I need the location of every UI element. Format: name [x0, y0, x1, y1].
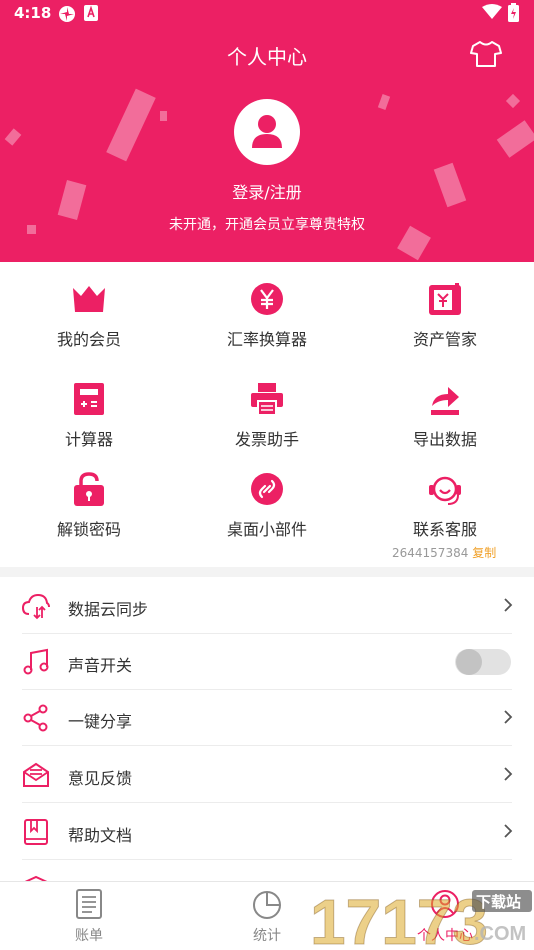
settings-label: 一键分享 — [68, 712, 133, 731]
app-notification-icon — [84, 5, 98, 25]
wallet-icon — [429, 283, 461, 315]
yen-icon — [251, 283, 283, 315]
settings-row-share[interactable]: 一键分享 — [0, 690, 534, 746]
tab-profile[interactable]: 个人中心 — [356, 882, 534, 950]
feature-grid: 我的会员 汇率换算器 资产管家 计算器 发票助手 导出数据 解锁密码 桌面小部件… — [0, 262, 534, 570]
grid-label: 汇率换算器 — [226, 330, 307, 349]
wifi-icon — [482, 4, 502, 24]
contact-phone: 2644157384 复制 — [392, 544, 496, 561]
tab-bills[interactable]: 账单 — [0, 882, 178, 950]
grid-label: 联系客服 — [412, 520, 477, 539]
grid-label: 发票助手 — [234, 430, 299, 449]
sound-toggle[interactable] — [455, 649, 511, 675]
lock-icon — [74, 472, 104, 506]
toggle-knob — [456, 649, 482, 675]
settings-row-cloud-sync[interactable]: 数据云同步 — [0, 578, 534, 634]
grid-item-assets[interactable]: 资产管家 — [356, 262, 534, 362]
decor-shard — [377, 94, 391, 110]
page-title: 个人中心 — [227, 45, 307, 69]
tab-label: 统计 — [253, 928, 281, 944]
mail-icon — [23, 762, 49, 787]
tab-statistics[interactable]: 统计 — [178, 882, 356, 950]
grid-item-customer-service[interactable]: 联系客服 — [356, 452, 534, 552]
profile-header: 4:18 个人中心 登录/注册 未开通，开通会员立享尊贵特权 — [0, 0, 534, 262]
settings-label: 意见反馈 — [68, 769, 133, 788]
grid-item-exchange-rate[interactable]: 汇率换算器 — [178, 262, 356, 362]
tshirt-icon[interactable] — [470, 40, 502, 72]
phone-number: 2644157384 — [392, 546, 469, 560]
printer-icon — [251, 383, 283, 416]
settings-row-sound: 声音开关 — [0, 634, 534, 690]
status-bar: 4:18 — [0, 0, 534, 28]
membership-subtitle: 未开通，开通会员立享尊贵特权 — [169, 217, 365, 233]
login-register-link[interactable]: 登录/注册 — [0, 179, 534, 203]
book-icon — [24, 819, 48, 845]
status-time: 4:18 — [14, 4, 52, 22]
link-icon — [251, 473, 283, 505]
headset-icon — [429, 476, 461, 505]
avatar[interactable] — [234, 99, 300, 165]
battery-icon — [508, 3, 519, 26]
person-icon — [431, 890, 459, 918]
section-divider — [0, 567, 534, 577]
share-icon — [23, 704, 48, 732]
grid-label: 我的会员 — [56, 330, 121, 349]
user-icon — [252, 115, 282, 148]
pie-chart-icon — [253, 891, 281, 919]
grid-item-export[interactable]: 导出数据 — [356, 362, 534, 462]
tab-label: 账单 — [75, 928, 103, 944]
decor-shard — [505, 93, 521, 109]
app-root: 4:18 个人中心 登录/注册 未开通，开通会员立享尊贵特权 我的会员 汇率换算… — [0, 0, 534, 950]
grid-label: 桌面小部件 — [226, 520, 307, 539]
chevron-right-icon — [504, 767, 513, 781]
grid-item-calculator[interactable]: 计算器 — [0, 362, 178, 462]
settings-row-help[interactable]: 帮助文档 — [0, 804, 534, 860]
settings-row-feedback[interactable]: 意见反馈 — [0, 747, 534, 803]
export-icon — [431, 387, 459, 415]
crown-icon — [73, 286, 105, 312]
row-separator — [22, 802, 512, 803]
grid-item-unlock-password[interactable]: 解锁密码 — [0, 452, 178, 552]
settings-label: 声音开关 — [68, 656, 133, 675]
decor-shard — [496, 120, 534, 158]
decor-shard — [106, 88, 156, 162]
row-separator — [22, 745, 512, 746]
chevron-right-icon — [504, 598, 513, 612]
bill-icon — [76, 889, 102, 919]
music-icon — [23, 648, 49, 675]
calculator-icon — [74, 383, 104, 415]
decor-shard — [4, 128, 22, 146]
settings-label: 帮助文档 — [68, 826, 133, 845]
grid-label: 资产管家 — [412, 330, 477, 349]
bottom-tab-bar: 账单 统计 个人中心 — [0, 881, 534, 950]
pinwheel-icon — [58, 5, 76, 27]
chevron-right-icon — [504, 710, 513, 724]
tab-label: 个人中心 — [417, 928, 473, 944]
grid-item-membership[interactable]: 我的会员 — [0, 262, 178, 362]
settings-label: 数据云同步 — [68, 600, 149, 619]
grid-label: 导出数据 — [412, 430, 477, 449]
grid-item-widget[interactable]: 桌面小部件 — [178, 452, 356, 552]
grid-label: 计算器 — [64, 430, 113, 449]
grid-item-invoice[interactable]: 发票助手 — [178, 362, 356, 462]
cloud-sync-icon — [22, 593, 50, 620]
grid-label: 解锁密码 — [56, 520, 121, 539]
decor-shard — [160, 111, 167, 121]
chevron-right-icon — [504, 824, 513, 838]
copy-phone-button[interactable]: 复制 — [472, 546, 496, 560]
